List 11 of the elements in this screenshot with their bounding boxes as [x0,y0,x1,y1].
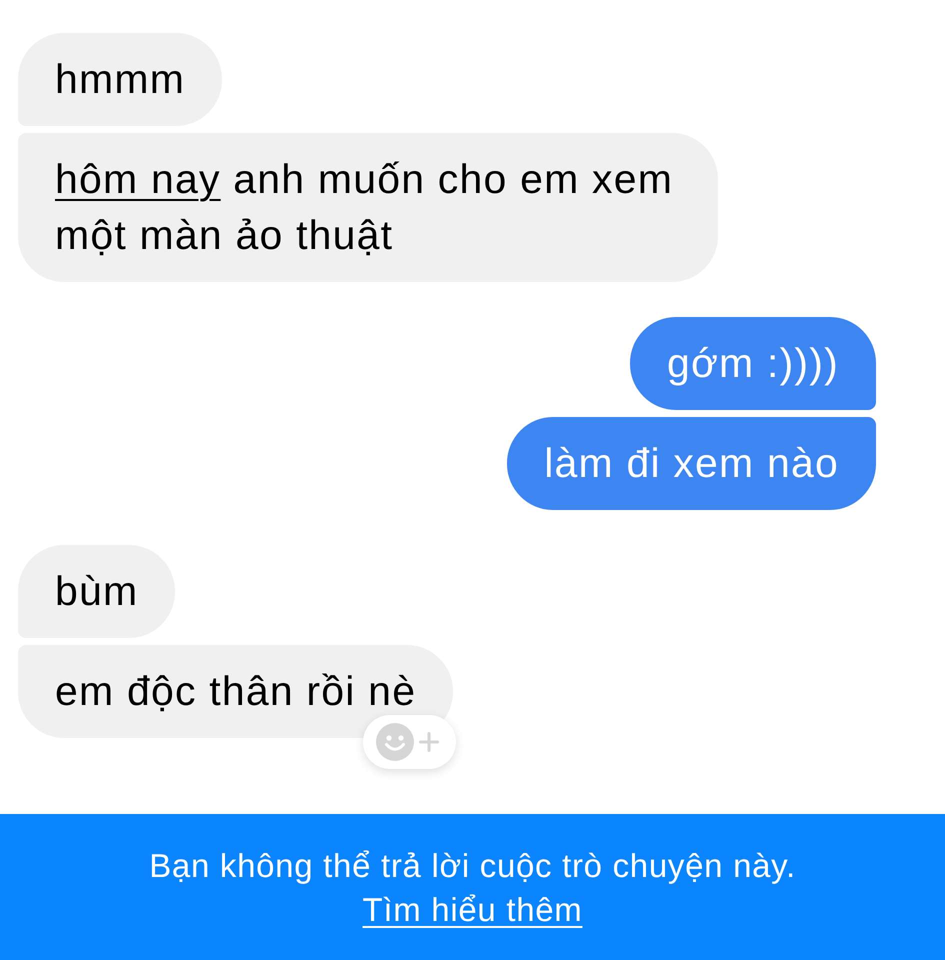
learn-more-link[interactable]: Tìm hiểu thêm [362,891,582,928]
notice-text: Bạn không thể trả lời cuộc trò chuyện này. Tìm hiểu thêm [148,846,797,930]
smiley-icon [376,723,414,761]
message-bubble: gớm :)))) [630,317,876,410]
message-bubble: bùm [18,545,176,638]
message-bubble: em độc thân rồi nè [18,645,454,738]
message-bubble: làm đi xem nào [507,417,876,510]
plus-icon [419,732,440,752]
message-bubble: hôm nay anh muốn cho em xem một màn ảo thuật [18,133,718,282]
date-link[interactable]: hôm nay [55,156,221,202]
message-bubble: hmmm [18,33,222,126]
